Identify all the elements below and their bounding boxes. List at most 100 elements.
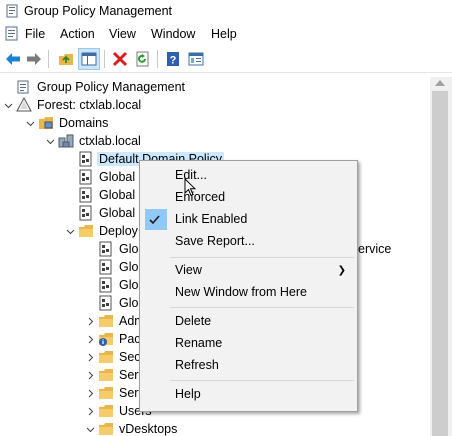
menu-item-label: Refresh (175, 358, 219, 372)
show-hide-tree-button[interactable] (78, 48, 100, 70)
gpm-app-icon (6, 4, 18, 18)
svg-text:?: ? (170, 55, 177, 67)
menu-item-edit[interactable]: Edit... (141, 165, 356, 186)
tree-node-ou[interactable]: Adm (84, 312, 147, 330)
expander (84, 258, 96, 276)
chevron-down-icon[interactable] (64, 222, 76, 240)
gpo-link-icon (98, 277, 114, 293)
menu-help[interactable]: Help (211, 27, 237, 41)
tree-node-gpo-link[interactable]: Glo (84, 294, 140, 312)
ou-folder-icon (98, 367, 114, 383)
menu-item-save-report[interactable]: Save Report... (141, 231, 356, 252)
tree-node-forest[interactable]: Forest: ctxlab.local (2, 96, 143, 114)
tree-label: Glo (119, 260, 139, 274)
chevron-right-icon[interactable] (84, 384, 96, 402)
tree-node-ou[interactable]: Serv (84, 366, 147, 384)
forward-button[interactable] (24, 49, 44, 69)
back-button[interactable] (3, 49, 23, 69)
tree-node-domains[interactable]: Domains (24, 114, 110, 132)
chevron-down-icon[interactable] (2, 96, 14, 114)
toolbar-separator (157, 50, 158, 68)
scroll-up-icon[interactable] (435, 80, 445, 86)
menu-item-label: Help (175, 387, 201, 401)
tree-node-deploy[interactable]: Deploy (64, 222, 140, 240)
gpm-root-icon (16, 79, 32, 95)
menu-item-help[interactable]: Help (141, 384, 356, 405)
menu-window[interactable]: Window (151, 27, 195, 41)
menu-view[interactable]: View (109, 27, 136, 41)
console-doc-icon[interactable] (5, 26, 19, 41)
tree-label: vDesktops (119, 422, 178, 436)
menu-item-label: Delete (175, 314, 212, 328)
expander (64, 204, 76, 222)
chevron-right-icon[interactable] (84, 330, 96, 348)
ou-folder-icon (98, 313, 114, 329)
menu-item-label: New Window from Here (175, 285, 307, 299)
menu-item-label: Rename (175, 336, 223, 350)
tree-node-ou[interactable]: Pac (84, 330, 143, 348)
tree-node-gpo-link[interactable]: Global (64, 204, 137, 222)
tree-label: Domains (59, 116, 109, 130)
domain-icon (58, 133, 74, 149)
vertical-scrollbar[interactable] (430, 77, 452, 436)
menu-item-delete[interactable]: Delete (141, 311, 356, 332)
forest-icon (16, 97, 32, 113)
tree-node-ou[interactable]: vDesktops (84, 420, 179, 436)
menu-item-view[interactable]: View ❯ (141, 260, 356, 281)
menu-separator (170, 307, 354, 308)
up-folder-icon (59, 54, 73, 65)
ou-folder-icon (98, 349, 114, 365)
back-icon (6, 53, 20, 65)
tree-label-overflow: ervice (358, 242, 392, 256)
tree-label: Forest: ctxlab.local (37, 98, 142, 112)
menu-item-refresh[interactable]: Refresh (141, 355, 356, 376)
tree-node-gpo-link[interactable]: Glo (84, 258, 140, 276)
menu-separator (170, 257, 354, 258)
checkmark-icon (149, 215, 160, 225)
tree-node-root[interactable]: Group Policy Management (2, 78, 187, 96)
gpo-link-icon (98, 241, 114, 257)
chevron-right-icon[interactable] (84, 402, 96, 420)
tree-node-gpo-link[interactable]: Glo (84, 276, 140, 294)
chevron-down-icon[interactable] (44, 132, 56, 150)
chevron-right-icon[interactable] (84, 312, 96, 330)
chevron-down-icon[interactable] (24, 114, 36, 132)
menu-item-label: Save Report... (175, 234, 255, 248)
menu-separator (170, 380, 354, 381)
menu-item-label: View (175, 263, 202, 277)
tree-label: Global (99, 170, 136, 184)
tree-node-domain[interactable]: ctxlab.local (44, 132, 143, 150)
properties-button[interactable] (186, 49, 206, 69)
refresh-button[interactable] (133, 49, 153, 69)
gpo-link-icon (78, 151, 94, 167)
menu-file[interactable]: File (25, 27, 45, 41)
expander (84, 240, 96, 258)
menu-item-new-window[interactable]: New Window from Here (141, 282, 356, 303)
tree-node-ou[interactable]: Sec (84, 348, 143, 366)
expander (64, 150, 76, 168)
help-button[interactable]: ? (163, 49, 183, 69)
gpo-link-icon (78, 187, 94, 203)
toolbar-separator (48, 50, 49, 68)
tree-node-gpo-link[interactable]: Glo (84, 240, 140, 258)
tree-node-ou[interactable]: Serv (84, 384, 147, 402)
delete-button[interactable] (110, 49, 130, 69)
help-icon: ? (167, 52, 179, 67)
tree-label: ctxlab.local (79, 134, 141, 148)
delete-icon (112, 51, 128, 67)
chevron-down-icon[interactable] (84, 420, 96, 436)
menu-item-link-enabled[interactable]: Link Enabled (141, 209, 356, 230)
expander (84, 276, 96, 294)
chevron-right-icon[interactable] (84, 348, 96, 366)
tree-node-gpo-link[interactable]: Global (64, 186, 137, 204)
tree-node-gpo-link[interactable]: Global (64, 168, 137, 186)
tree-label: Global (99, 188, 136, 202)
chevron-right-icon[interactable] (84, 366, 96, 384)
toolbar: ? (0, 46, 452, 73)
menu-action[interactable]: Action (60, 27, 95, 41)
menu-item-enforced[interactable]: Enforced (141, 187, 356, 208)
window-title: Group Policy Management (24, 4, 172, 18)
up-folder-button[interactable] (56, 49, 76, 69)
scrollbar-thumb[interactable] (432, 91, 448, 436)
menu-item-rename[interactable]: Rename (141, 333, 356, 354)
